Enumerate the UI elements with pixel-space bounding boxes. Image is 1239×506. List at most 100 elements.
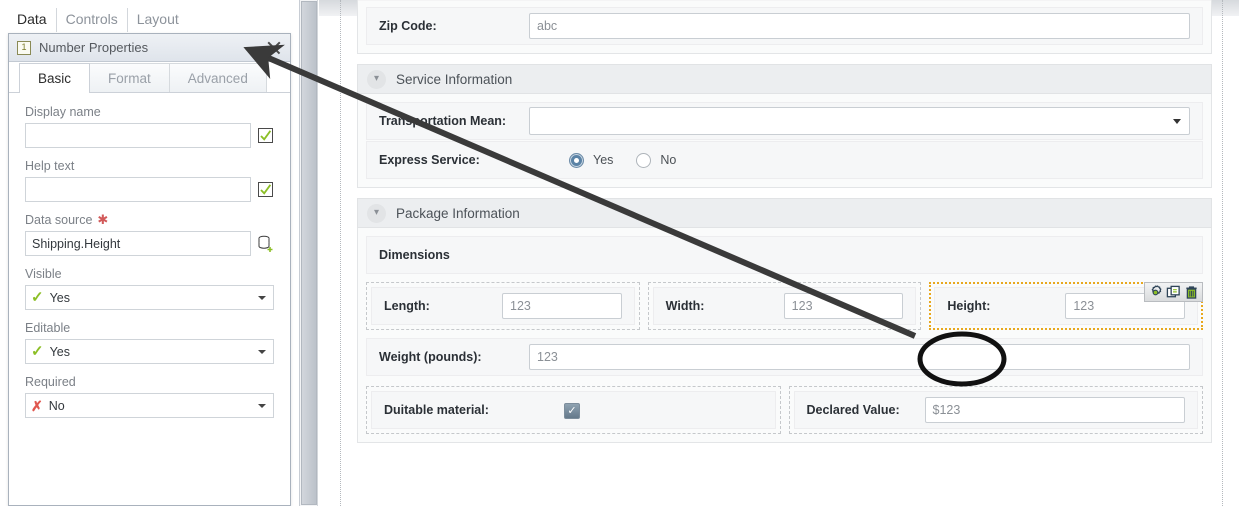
duitable-material-checkbox-wrap: ✓ [534, 401, 763, 420]
radio-yes[interactable] [569, 152, 584, 168]
help-text-label: Help text [25, 159, 274, 173]
section-header-service[interactable]: ▾ Service Information [357, 64, 1212, 94]
panel-tab-controls[interactable]: Controls [57, 8, 128, 32]
field-editable: Editable ✓ Yes [25, 321, 274, 364]
help-text-input[interactable] [25, 177, 251, 202]
address-card: City: Zip Code: abc [357, 0, 1212, 54]
duitable-material-cell[interactable]: Duitable material: ✓ [366, 386, 781, 434]
width-label: Width: [665, 299, 705, 313]
visible-value: Yes [49, 290, 70, 305]
zip-code-input[interactable]: abc [529, 13, 1190, 39]
section-body-package: Dimensions Length: 123 Width: 123 Height… [357, 228, 1212, 443]
radio-no-label: No [660, 153, 677, 167]
required-label-text: Required [25, 375, 76, 389]
check-icon: ✓ [31, 342, 44, 360]
number-properties-dialog: 1 Number Properties Basic Format Advance… [8, 33, 291, 506]
zip-code-row: Zip Code: abc [366, 7, 1203, 45]
height-label: Height: [947, 299, 991, 313]
express-service-row: Express Service: Yes No [366, 141, 1203, 179]
properties-panel: Data Controls Layout 1 Number Properties… [0, 0, 300, 506]
chevron-down-icon [1173, 119, 1181, 124]
visible-label-text: Visible [25, 267, 62, 281]
width-input[interactable]: 123 [783, 293, 904, 319]
duitable-material-checkbox[interactable]: ✓ [564, 403, 580, 420]
width-cell[interactable]: Width: 123 [647, 282, 922, 330]
express-service-label: Express Service: [379, 153, 480, 167]
declared-value-row: Declared Value: $123 [793, 391, 1198, 429]
height-cell-selected[interactable]: Height: 123 [929, 282, 1204, 330]
data-source-label: Data source ✱ [25, 213, 274, 227]
section-service-information: ▾ Service Information Transportation Mea… [357, 64, 1212, 188]
chevron-down-icon[interactable]: ▾ [367, 203, 386, 223]
visible-label: Visible [25, 267, 274, 281]
transportation-mean-dropdown[interactable] [529, 107, 1190, 135]
duplicate-icon[interactable] [1166, 285, 1181, 300]
field-help-text: Help text [25, 159, 274, 202]
gear-icon[interactable] [1148, 284, 1163, 300]
number-field-icon: 1 [17, 40, 31, 55]
tab-advanced[interactable]: Advanced [168, 63, 267, 92]
duitable-material-label: Duitable material: [384, 403, 489, 417]
display-name-input[interactable] [25, 123, 251, 148]
database-add-icon[interactable] [257, 235, 274, 253]
length-cell[interactable]: Length: 123 [366, 282, 640, 330]
editable-select[interactable]: ✓ Yes [25, 339, 274, 364]
radio-yes-label: Yes [593, 153, 614, 167]
width-row: Width: 123 [652, 287, 917, 325]
dialog-titlebar: 1 Number Properties [9, 34, 290, 62]
visible-select[interactable]: ✓ Yes [25, 285, 274, 310]
chevron-down-icon [258, 404, 266, 408]
help-text-label-text: Help text [25, 159, 75, 173]
dimensions-subheader-row: Dimensions [366, 236, 1203, 274]
cross-icon: ✗ [31, 397, 43, 414]
panel-tab-strip: Data Controls Layout [8, 6, 188, 32]
green-check-box-icon[interactable] [257, 127, 274, 145]
form-body: City: Zip Code: abc ▾ Service Informatio… [357, 0, 1212, 443]
chevron-down-icon[interactable]: ▾ [367, 69, 386, 89]
length-input[interactable]: 123 [502, 293, 622, 319]
declared-value-cell[interactable]: Declared Value: $123 [788, 386, 1203, 434]
dialog-title: Number Properties [39, 40, 149, 55]
declared-value-label: Declared Value: [806, 403, 900, 417]
display-name-label-text: Display name [25, 105, 101, 119]
package-bottom-row: Duitable material: ✓ Declared Value: $12… [366, 386, 1203, 434]
selection-toolbar [1144, 282, 1204, 302]
section-header-package[interactable]: ▾ Package Information [357, 198, 1212, 228]
panel-scrollbar-thumb[interactable] [301, 1, 317, 505]
section-body-service: Transportation Mean: Express Service: Ye… [357, 94, 1212, 188]
radio-no[interactable] [636, 152, 652, 168]
tab-format[interactable]: Format [89, 63, 170, 92]
green-check-box-icon[interactable] [257, 181, 274, 199]
length-label: Length: [384, 299, 430, 313]
display-name-row [25, 123, 274, 148]
duitable-material-row: Duitable material: ✓ [371, 391, 776, 429]
chevron-down-icon [258, 296, 266, 300]
editable-value: Yes [49, 344, 70, 359]
trash-icon[interactable] [1184, 285, 1199, 300]
declared-value-input[interactable]: $123 [924, 397, 1185, 423]
dimensions-row: Length: 123 Width: 123 Height: 123 [366, 282, 1204, 330]
section-package-information: ▾ Package Information Dimensions Length:… [357, 198, 1212, 443]
weight-input[interactable]: 123 [529, 344, 1190, 370]
length-row: Length: 123 [371, 287, 635, 325]
close-icon[interactable] [262, 36, 286, 60]
panel-scrollbar[interactable] [300, 0, 318, 506]
display-name-label: Display name [25, 105, 274, 119]
dimensions-label: Dimensions [379, 248, 450, 262]
field-display-name: Display name [25, 105, 274, 148]
weight-row: Weight (pounds): 123 [366, 338, 1203, 376]
check-icon: ✓ [31, 288, 44, 306]
transportation-mean-row: Transportation Mean: [366, 102, 1203, 140]
form-guide-left [340, 0, 341, 506]
tab-basic[interactable]: Basic [19, 63, 91, 93]
editable-label-text: Editable [25, 321, 71, 335]
field-required: Required ✗ No [25, 375, 274, 418]
form-guide-right [1222, 0, 1223, 506]
data-source-input[interactable]: Shipping.Height [25, 231, 251, 256]
panel-tab-data[interactable]: Data [8, 8, 57, 32]
form-designer-canvas: City: Zip Code: abc ▾ Service Informatio… [319, 0, 1239, 506]
required-select[interactable]: ✗ No [25, 393, 274, 418]
panel-tab-layout[interactable]: Layout [128, 8, 188, 32]
section-title-package: Package Information [396, 205, 520, 221]
required-value: No [48, 398, 65, 413]
